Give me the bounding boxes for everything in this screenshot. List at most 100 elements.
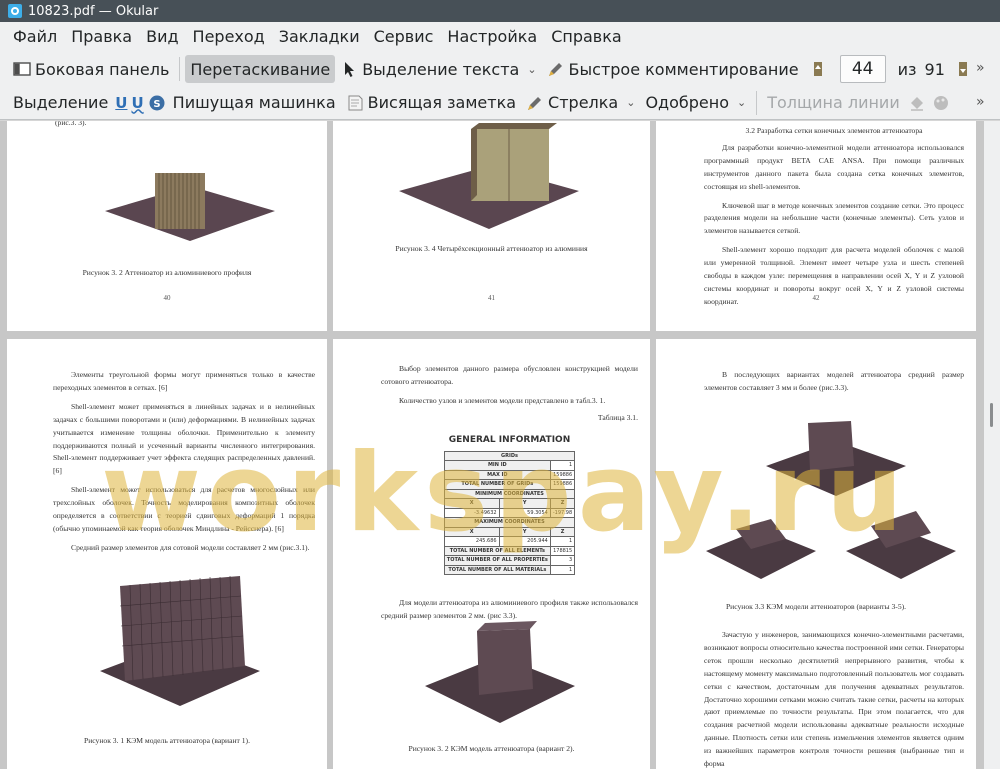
figure-caption: Рисунок 3. 2 Аттенюатор из алюминиевого …: [82, 268, 252, 277]
page-number-input[interactable]: 44: [839, 55, 886, 83]
main-toolbar: Боковая панель Перетаскивание Выделение …: [0, 52, 1000, 86]
menu-go[interactable]: Переход: [186, 22, 272, 52]
table-label: Таблица 3.1.: [597, 412, 638, 422]
arrow-pen-icon: [528, 96, 542, 110]
paragraph: Средний размер элементов для сотовой мод…: [71, 542, 310, 552]
table-cell: 205.944: [498, 536, 551, 547]
quick-annotation-label: Быстрое комментирование: [568, 59, 799, 79]
menu-settings[interactable]: Настройка: [440, 22, 544, 52]
page-40: (рис.3. 3). Рисунок 3. 2 Аттенюатор из а…: [7, 121, 327, 331]
table-cell: Y: [498, 526, 551, 538]
figure-caption: Рисунок 3. 1 КЭМ модель аттенюатора (вар…: [84, 736, 250, 745]
menu-edit[interactable]: Правка: [64, 22, 139, 52]
figure-caption: Рисунок 3. 4 Четырёхсекционный аттенюато…: [395, 244, 588, 253]
figure-caption: Рисунок 3.3 КЭМ модели аттенюаторов (вар…: [725, 602, 907, 611]
strikeout-icon: S: [149, 95, 165, 110]
menu-bookmarks[interactable]: Закладки: [272, 22, 367, 52]
page-number-label: 41: [488, 294, 495, 302]
typewriter-label: Пишущая машинка: [172, 93, 336, 112]
quick-annotation-button[interactable]: Быстрое комментирование: [542, 55, 804, 83]
table-cell: 178815: [549, 545, 576, 557]
menu-bar: Файл Правка Вид Переход Закладки Сервис …: [0, 22, 1000, 52]
note-icon: [348, 95, 363, 110]
window-title: 10823.pdf — Okular: [28, 3, 159, 19]
typewriter-button[interactable]: Пишущая машинка: [168, 89, 341, 117]
selection-tool-label: Выделение: [13, 93, 109, 112]
squiggly-button[interactable]: U: [129, 89, 145, 117]
line-width-label: Толщина линии: [767, 93, 900, 112]
underline-button[interactable]: U: [113, 89, 129, 117]
table-cell: GRIDs: [443, 450, 576, 462]
menu-view[interactable]: Вид: [139, 22, 185, 52]
annotation-toolbar: Выделение U U S Пишущая машинка Висящая …: [0, 86, 1000, 120]
arrow-tool-label: Стрелка: [548, 93, 619, 112]
color-bucket-icon: [910, 96, 923, 111]
next-page-button[interactable]: [949, 55, 977, 83]
document-view[interactable]: (рис.3. 3). Рисунок 3. 2 Аттенюатор из а…: [0, 121, 984, 769]
vertical-scrollbar[interactable]: [984, 121, 1000, 769]
toolbar-separator: [179, 57, 181, 81]
paragraph: Shell-элемент может применяться в линейн…: [53, 401, 315, 476]
table-cell: Z: [549, 526, 576, 538]
sidebar-button[interactable]: Боковая панель: [8, 55, 174, 83]
strikeout-button[interactable]: S: [146, 89, 168, 117]
opacity-button[interactable]: [929, 89, 953, 117]
page-total: 91: [924, 59, 945, 79]
chevron-down-icon[interactable]: ⌄: [527, 63, 536, 76]
toolbar-overflow-icon[interactable]: »: [976, 94, 985, 110]
page-43: Элементы треугольной формы могут применя…: [7, 339, 327, 769]
aluminium-profile-fem-figure: [425, 621, 575, 723]
svg-text:S: S: [153, 99, 160, 110]
stamp-button[interactable]: Одобрено ⌄: [640, 89, 751, 117]
color-button[interactable]: [905, 89, 929, 117]
drag-mode-label: Перетаскивание: [190, 59, 331, 79]
chevron-down-icon[interactable]: ⌄: [737, 96, 746, 109]
table-cell: X: [443, 526, 500, 538]
menu-tools[interactable]: Сервис: [367, 22, 441, 52]
title-bar: 10823.pdf — Okular: [0, 0, 1000, 22]
page-number-label: 42: [812, 294, 820, 302]
underline-icon: U: [115, 93, 128, 112]
table-cell: TOTAL NUMBER OF ALL MATERIALs: [443, 564, 551, 576]
table-cell: 159886: [549, 469, 576, 481]
okular-window: 10823.pdf — Okular Файл Правка Вид Перех…: [0, 0, 1000, 769]
selection-tool-button[interactable]: Выделение: [8, 89, 113, 117]
table-cell: 245.686: [443, 536, 500, 547]
sidebar-button-label: Боковая панель: [35, 59, 170, 79]
table-cell: 159886: [549, 479, 576, 490]
table-cell: Y: [498, 498, 551, 509]
four-section-attenuator-figure: [399, 123, 579, 229]
sidebar-icon: [13, 62, 31, 76]
page-text: (рис.3. 3).: [55, 121, 87, 127]
note-button[interactable]: Висящая заметка: [341, 89, 521, 117]
scrollbar-thumb[interactable]: [990, 403, 993, 427]
page-of-label: из: [897, 59, 917, 79]
table-cell: MAX ID: [443, 469, 551, 481]
table-cell: X: [443, 498, 500, 509]
okular-app-icon: [8, 4, 22, 18]
cursor-arrow-icon: [345, 62, 355, 77]
drag-mode-button[interactable]: Перетаскивание: [185, 55, 336, 83]
menu-file[interactable]: Файл: [6, 22, 64, 52]
arrow-tool-button[interactable]: Стрелка ⌄: [521, 89, 640, 117]
table-cell: MIN ID: [443, 460, 551, 471]
previous-page-icon: [813, 62, 822, 76]
table-cell: 3: [549, 555, 576, 566]
page-45: В последующих вариантах моделей аттенюат…: [656, 339, 976, 769]
honeycomb-fem-model-figure: [100, 575, 260, 706]
line-width-control[interactable]: Толщина линии: [762, 89, 905, 117]
paragraph: Выбор элементов данного размера обусловл…: [381, 364, 638, 386]
palette-icon: [933, 95, 948, 110]
table-cell: MAXIMUM COORDINATES: [443, 517, 576, 528]
menu-help[interactable]: Справка: [544, 22, 629, 52]
table-cell: Z: [549, 498, 576, 509]
paragraph: В последующих вариантах моделей аттенюат…: [704, 370, 964, 392]
annotation-pen-icon: [548, 63, 562, 76]
previous-page-button[interactable]: [804, 55, 832, 83]
chevron-down-icon[interactable]: ⌄: [626, 96, 635, 109]
page-41: Рисунок 3. 4 Четырёхсекционный аттенюато…: [333, 121, 650, 331]
toolbar-overflow-icon[interactable]: »: [976, 60, 985, 76]
table-title: GENERAL INFORMATION: [448, 434, 571, 445]
text-select-button[interactable]: Выделение текста ⌄: [335, 55, 541, 83]
table-cell: TOTAL NUMBER OF GRIDs: [443, 479, 551, 490]
